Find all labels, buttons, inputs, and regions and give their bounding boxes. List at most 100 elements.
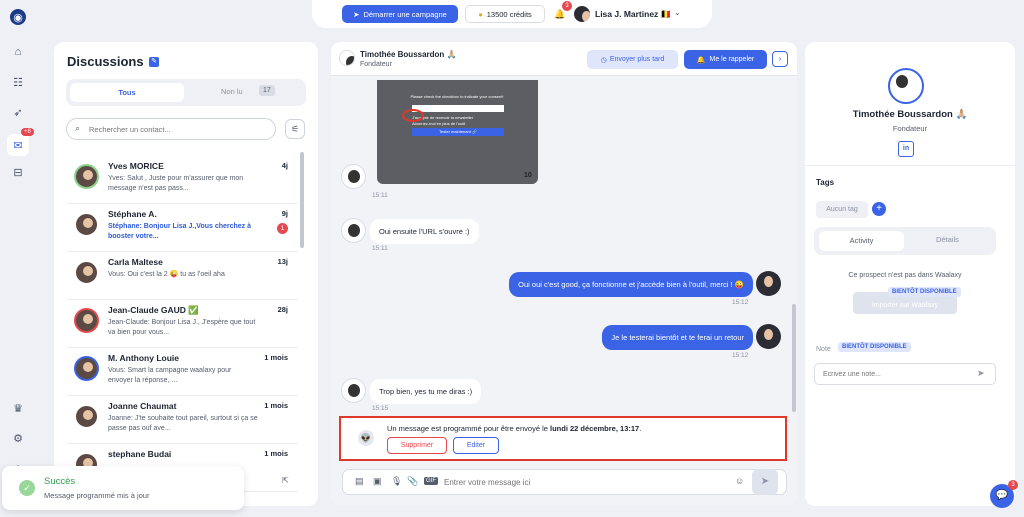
external-link-icon[interactable]: ⇱	[282, 476, 289, 485]
divider	[805, 165, 1015, 166]
list-item[interactable]: Carla Maltese 13j Vous: Oui c'est la 2 😜…	[68, 249, 298, 300]
messages-icon[interactable]: ✉	[7, 134, 29, 156]
user-avatar	[756, 271, 781, 296]
chevron-down-icon[interactable]: ⌄	[674, 8, 681, 17]
contacts-icon[interactable]: ☷	[10, 74, 26, 90]
avatar	[74, 260, 99, 285]
clock-icon: ◷	[600, 56, 607, 64]
notification-badge: 3	[562, 1, 572, 11]
chat-header: Timothée Boussardon 🙏🏼 Fondateur ◷ Envoye…	[331, 42, 797, 76]
contact-time: 1 mois	[264, 449, 288, 458]
credits-label: 13500 crédits	[486, 9, 532, 19]
no-tag-chip: Aucun tag	[816, 201, 868, 218]
contact-name: Joanne Chaumat	[108, 401, 177, 411]
message-preview: Stéphane: Bonjour Lisa J.,Vous cherchez …	[108, 223, 252, 240]
message-bubble: Oui ensuite l'URL s'ouvre :)	[370, 219, 479, 244]
send-button[interactable]: ➤	[752, 469, 778, 495]
avatar	[74, 308, 99, 333]
start-campaign-label: Démarrer une campagne	[363, 9, 447, 19]
image-icon[interactable]: ▣	[373, 476, 382, 487]
emoji-icon[interactable]: ☺	[735, 476, 744, 486]
contact-name: Yves MORICE	[108, 161, 164, 171]
discussion-tabs: Tous Non lu 17	[66, 79, 306, 106]
edit-button[interactable]: Editer	[453, 437, 499, 454]
chevron-right-icon[interactable]: ›	[772, 51, 788, 67]
profile-name: Timothée Boussardon 🙏🏼	[852, 109, 968, 120]
rocket-icon[interactable]: ➶	[10, 104, 26, 120]
search-input[interactable]	[89, 122, 269, 136]
user-avatar[interactable]	[574, 6, 590, 22]
discussions-panel: Discussions ✎ Tous Non lu 17 ⌕ ⚟ Yves MO…	[54, 42, 318, 506]
available-soon-badge: BIENTÔT DISPONIBLE	[888, 287, 961, 297]
unread-badge: 1	[277, 223, 288, 234]
user-name[interactable]: Lisa J. Martinez 🇧🇪	[595, 9, 671, 20]
toast-message: Message programmé mis à jour	[44, 491, 150, 500]
message-time: 15:12	[732, 299, 749, 306]
settings-icon[interactable]: ⚙	[10, 430, 26, 446]
message-time: 15:11	[372, 245, 388, 252]
search-box[interactable]: ⌕	[66, 118, 276, 140]
crown-icon[interactable]: ♛	[10, 400, 26, 416]
avatar	[74, 404, 99, 429]
start-campaign-button[interactable]: ➤ Démarrer une campagne	[342, 5, 458, 23]
help-badge: 3	[1008, 480, 1018, 490]
image-text-line3: Abonnez-moi en plus de l'outil	[412, 121, 466, 126]
credits-button[interactable]: ● 13500 crédits	[465, 5, 545, 23]
unread-count-badge: 17	[259, 85, 275, 96]
linkedin-icon[interactable]: in	[898, 141, 914, 157]
inbox-icon[interactable]: ⊟	[10, 164, 26, 180]
check-icon: ✓	[19, 480, 35, 496]
list-scrollbar[interactable]	[300, 152, 304, 248]
list-item[interactable]: Stéphane A. 9j Stéphane: Bonjour Lisa J.…	[68, 201, 298, 252]
send-icon: ➤	[353, 9, 360, 19]
contact-time: 4j	[281, 161, 288, 170]
send-note-icon[interactable]: ➤	[977, 368, 985, 379]
image-message[interactable]: Please check the checkbox to indicate yo…	[377, 80, 538, 184]
message-bubble: Oui oui c'est good, ça fonctionne et j'a…	[509, 272, 753, 297]
list-item[interactable]: Joanne Chaumat 1 mois Joanne: J'te souha…	[68, 393, 298, 444]
message-input[interactable]	[444, 475, 724, 489]
list-item[interactable]: Yves MORICE 4j Yves: Salut , Juste pour …	[68, 153, 298, 204]
note-available-soon-badge: BIENTÔT DISPONIBLE	[838, 342, 911, 352]
note-field[interactable]: ➤	[814, 363, 996, 385]
tab-all[interactable]: Tous	[70, 83, 184, 102]
list-item[interactable]: M. Anthony Louie 1 mois Vous: Smart la c…	[68, 345, 298, 396]
contact-avatar[interactable]	[339, 50, 355, 66]
messages-badge: +8	[21, 128, 34, 136]
note-input[interactable]	[823, 368, 963, 380]
tab-unread[interactable]: Non lu	[221, 87, 243, 96]
tab-activity[interactable]: Activity	[819, 231, 904, 251]
microphone-icon[interactable]: 🎙	[391, 476, 402, 487]
contact-avatar	[341, 378, 366, 403]
scheduled-suffix: .	[639, 424, 642, 433]
home-icon[interactable]: ⌂	[10, 44, 26, 60]
gif-icon[interactable]: GIF	[424, 477, 438, 485]
edit-icon[interactable]: ✎	[149, 57, 159, 67]
chat-contact-name[interactable]: Timothée Boussardon 🙏🏼	[360, 50, 457, 59]
coin-icon: ●	[478, 9, 483, 19]
attachment-icon[interactable]: 📎	[407, 476, 418, 487]
tags-title: Tags	[816, 178, 835, 187]
waalaxy-logo-icon[interactable]: ◉	[10, 9, 26, 25]
contact-name: M. Anthony Louie	[108, 353, 179, 363]
send-later-label: Envoyer plus tard	[609, 56, 665, 63]
not-in-waalaxy-text: Ce prospect n'est pas dans Waalaxy	[848, 272, 962, 279]
template-icon[interactable]: ▤	[355, 476, 364, 487]
remind-me-button[interactable]: 🔔 Me le rappeler	[684, 50, 767, 69]
tab-details[interactable]: Détails	[936, 235, 959, 244]
user-avatar	[756, 324, 781, 349]
message-preview: Yves: Salut , Juste pour m'assurer que m…	[108, 175, 244, 192]
contact-time: 1 mois	[264, 401, 288, 410]
add-tag-icon[interactable]: +	[872, 202, 886, 216]
image-input-box	[412, 105, 504, 112]
chat-scrollbar[interactable]	[792, 304, 796, 412]
filter-icon[interactable]: ⚟	[285, 119, 305, 139]
contact-avatar	[341, 164, 366, 189]
bell-small-icon: 🔔	[696, 56, 706, 64]
list-item[interactable]: Jean-Claude GAUD ✅ 28j Jean-Claude: Bonj…	[68, 297, 298, 348]
avatar	[74, 164, 99, 189]
send-later-button[interactable]: ◷ Envoyer plus tard	[587, 50, 678, 69]
message-preview: Vous: Smart la campagne waalaxy pour env…	[108, 367, 232, 384]
delete-button[interactable]: Supprimer	[387, 437, 447, 454]
contact-name: Jean-Claude GAUD ✅	[108, 305, 199, 315]
